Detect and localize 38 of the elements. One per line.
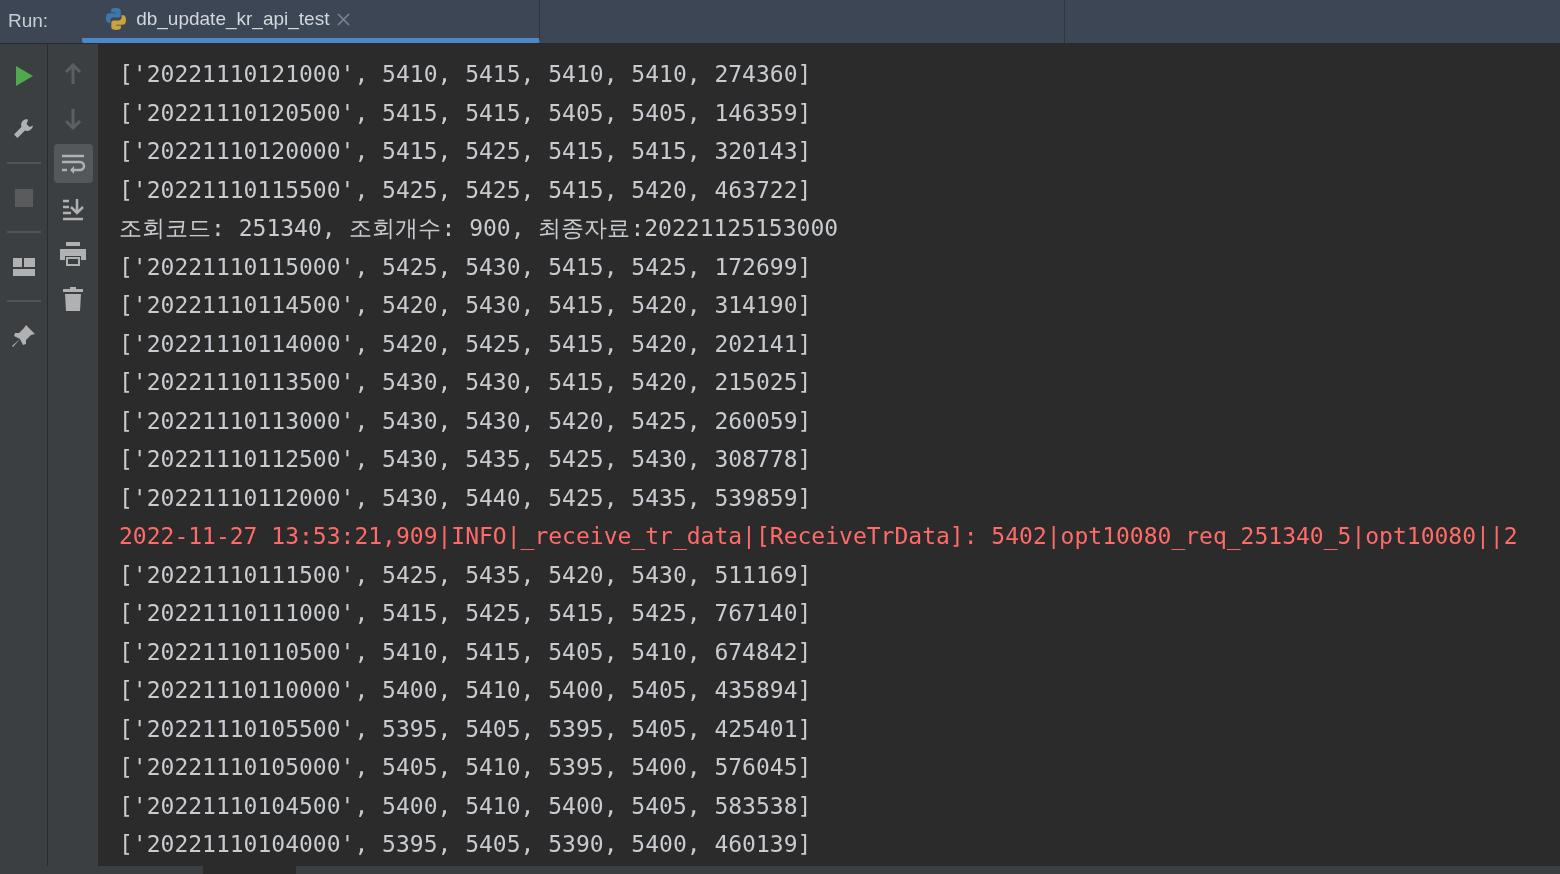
output-line: ['20221110121000', 5410, 5415, 5410, 5410, 274360] (119, 60, 813, 89)
output-line: ['20221110115500', 5425, 5425, 5415, 5420, 463722] (119, 175, 813, 205)
output-line: ['20221110104000', 5395, 5405, 5390, 5400, 460139] (119, 830, 813, 859)
run-label: Run: (8, 9, 49, 34)
tab-title: db_update_kr_api_test (136, 6, 330, 32)
stop-icon (14, 188, 33, 207)
output-line: ['20221110114500', 5420, 5430, 5415, 5420, 314190] (119, 291, 813, 320)
output-line: ['20221110104500', 5400, 5410, 5400, 5405, 583538] (119, 791, 813, 821)
output-line: ['20221110110500', 5410, 5415, 5405, 5410, 674842] (119, 637, 813, 667)
output-line: ['20221110115000', 5425, 5430, 5415, 5425, 172699] (119, 252, 813, 282)
printer-icon (60, 241, 86, 266)
output-line: ['20221110105000', 5405, 5410, 5395, 5400, 576045] (119, 753, 813, 782)
output-line: ['20221110110000', 5400, 5410, 5400, 5405, 435894] (119, 676, 813, 705)
layout-icon (12, 257, 35, 276)
output-line: ['20221110114000', 5420, 5425, 5415, 5420, 202141] (119, 329, 813, 359)
soft-wrap-icon-button[interactable] (53, 144, 93, 183)
python-icon (104, 7, 129, 31)
arrow-up-icon (64, 62, 82, 85)
output-line: ['20221110120500', 5415, 5415, 5405, 5405, 146359] (119, 98, 813, 128)
run-tab[interactable]: db_update_kr_api_test (82, 0, 541, 43)
soft-wrap-icon (60, 152, 86, 175)
log-line: 2022-11-27 13:53:21,909|INFO|_receive_tr_data|[ReceiveTrData]: 5402|opt10080_req_251340_5|opt10080||2 (119, 522, 1519, 552)
close-icon[interactable] (337, 12, 351, 26)
output-line: ['20221110113500', 5430, 5430, 5415, 5420, 215025] (119, 368, 813, 397)
output-line: ['20221110105500', 5395, 5405, 5395, 5405, 425401] (119, 714, 813, 744)
output-line: ['20221110120000', 5415, 5425, 5415, 5415, 320143] (119, 137, 813, 166)
scroll-to-end-icon (61, 196, 85, 221)
output-line: ['20221110112500', 5430, 5435, 5425, 5430, 308778] (119, 445, 813, 474)
output-line: ['20221110111500', 5425, 5435, 5420, 5430, 511169] (119, 560, 813, 590)
output-line: ['20221110113000', 5430, 5430, 5420, 5425, 260059] (119, 406, 813, 436)
run-icon (13, 64, 34, 87)
trash-icon (63, 286, 83, 311)
output-line: ['20221110112000', 5430, 5440, 5425, 5435, 539859] (119, 483, 813, 513)
wrench-icon (11, 116, 36, 141)
arrow-down-icon (64, 107, 82, 130)
output-line: 조회코드: 251340, 조회개수: 900, 최종자료:20221125153000 (119, 214, 840, 243)
output-line: ['20221110111000', 5415, 5425, 5415, 5425, 767140] (119, 599, 813, 628)
pin-icon (10, 322, 37, 349)
